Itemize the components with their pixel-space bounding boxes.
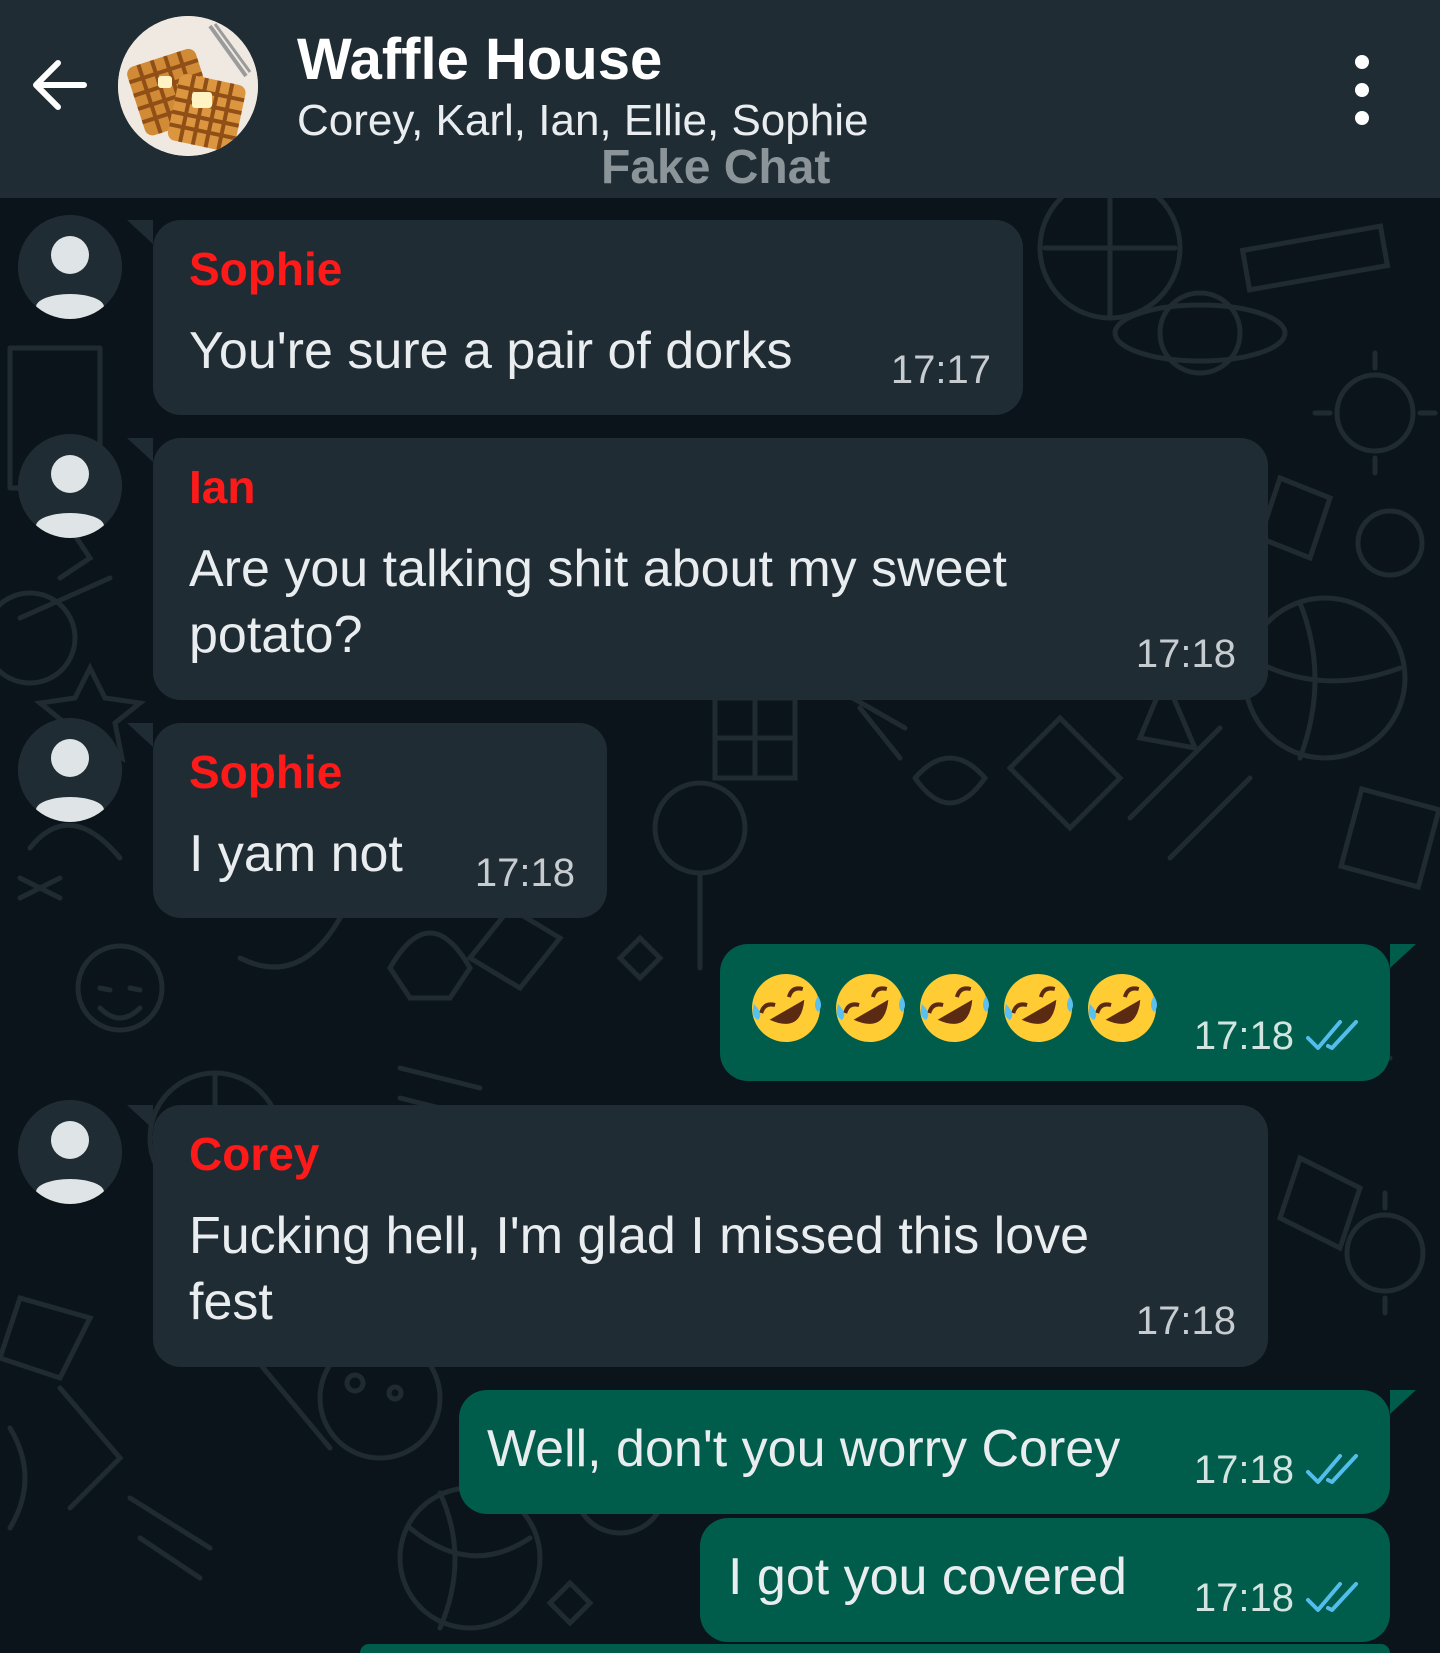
more-vertical-icon xyxy=(1355,55,1369,125)
message-bubble-outgoing[interactable]: I got you covered 17:18 xyxy=(700,1518,1390,1642)
message-bubble-incoming[interactable]: Sophie You're sure a pair of dorks 17:17 xyxy=(127,220,1023,415)
rolling-on-floor-laughing-emoji xyxy=(752,974,821,1042)
message-bubble-incoming[interactable]: Corey Fucking hell, I'm glad I missed th… xyxy=(127,1105,1268,1367)
double-check-icon xyxy=(1306,1454,1358,1484)
rolling-on-floor-laughing-emoji xyxy=(1004,974,1073,1042)
message-bubble-outgoing[interactable]: 17:18 xyxy=(720,944,1416,1081)
bubble-tail xyxy=(127,1105,153,1129)
bubble-tail xyxy=(127,723,153,747)
bubble-tail xyxy=(1390,944,1416,968)
more-options-button[interactable] xyxy=(1340,52,1384,128)
rolling-on-floor-laughing-emoji xyxy=(836,974,905,1042)
message-time: 17:18 xyxy=(474,851,575,895)
group-members[interactable]: Corey, Karl, Ian, Ellie, Sophie xyxy=(297,96,868,146)
waffle-icon xyxy=(118,16,258,156)
group-title[interactable]: Waffle House xyxy=(297,26,662,93)
message-bubble-incoming[interactable]: Sophie I yam not 17:18 xyxy=(127,723,607,918)
message-time: 17:18 xyxy=(1135,1299,1236,1343)
bubble-tail xyxy=(1390,1390,1416,1414)
rolling-on-floor-laughing-emoji xyxy=(920,974,989,1042)
contact-avatar[interactable] xyxy=(18,434,122,538)
default-person-icon xyxy=(18,215,122,319)
message-text: Are you talking shit about my sweet pota… xyxy=(189,540,1007,664)
message-time: 17:18 xyxy=(1135,632,1236,676)
contact-avatar[interactable] xyxy=(18,215,122,319)
contact-avatar[interactable] xyxy=(18,1100,122,1204)
message-text: I yam not xyxy=(189,825,403,883)
rolling-on-floor-laughing-emoji xyxy=(1088,974,1157,1042)
chat-header: Waffle House Corey, Karl, Ian, Ellie, So… xyxy=(0,0,1440,198)
sender-name: Ian xyxy=(189,461,256,513)
message-text: You're sure a pair of dorks xyxy=(189,322,793,380)
sender-name: Sophie xyxy=(189,243,343,295)
bubble-tail xyxy=(127,220,153,244)
sender-name: Corey xyxy=(189,1128,320,1180)
fake-chat-watermark: Fake Chat xyxy=(601,141,831,194)
double-check-icon xyxy=(1306,1582,1358,1612)
sender-name: Sophie xyxy=(189,746,343,798)
double-check-icon xyxy=(1306,1020,1358,1050)
back-button[interactable] xyxy=(28,55,92,119)
contact-avatar[interactable] xyxy=(18,718,122,822)
message-bubble-outgoing-partial xyxy=(360,1644,1390,1653)
default-person-icon xyxy=(18,1100,122,1204)
message-time: 17:17 xyxy=(890,348,991,392)
message-time: 17:18 xyxy=(1193,1448,1294,1492)
message-text: Fucking hell, I'm glad I missed this lov… xyxy=(189,1207,1090,1331)
message-bubble-outgoing[interactable]: Well, don't you worry Corey 17:18 xyxy=(459,1390,1416,1514)
group-avatar[interactable] xyxy=(118,16,258,156)
message-time: 17:18 xyxy=(1193,1576,1294,1620)
bubble-tail xyxy=(127,438,153,462)
default-person-icon xyxy=(18,718,122,822)
message-text: Well, don't you worry Corey xyxy=(487,1420,1121,1478)
message-text: I got you covered xyxy=(728,1548,1127,1606)
default-person-icon xyxy=(18,434,122,538)
message-bubble-incoming[interactable]: Ian Are you talking shit about my sweet … xyxy=(127,438,1268,700)
arrow-left-icon xyxy=(33,60,87,110)
message-time: 17:18 xyxy=(1193,1014,1294,1058)
